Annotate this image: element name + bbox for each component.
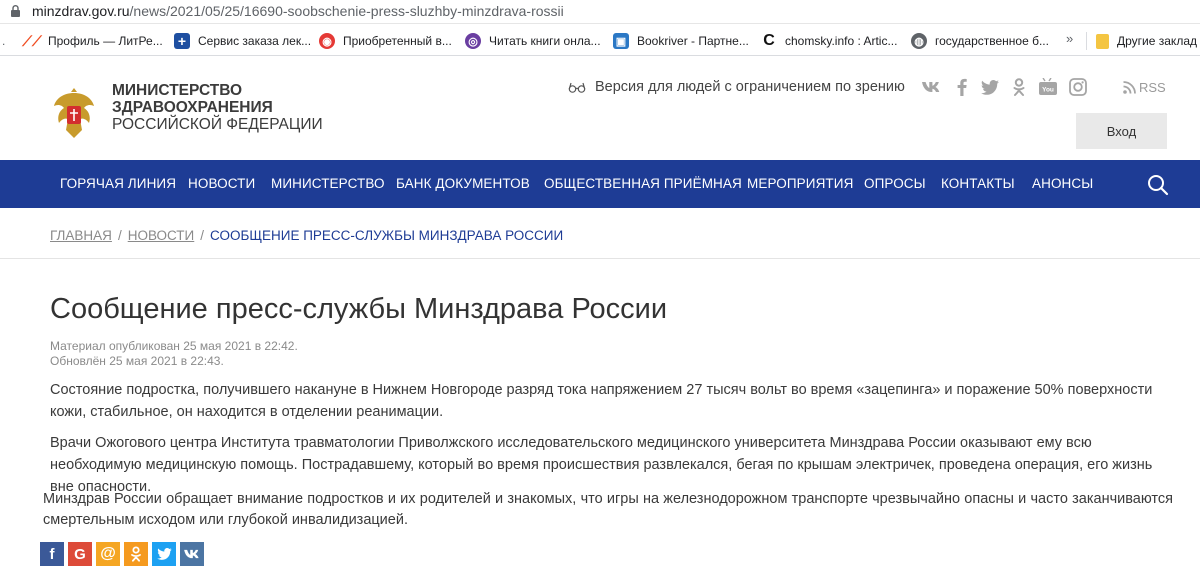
bookriver-icon: ▣ [613, 33, 629, 49]
breadcrumb-news[interactable]: Новости [128, 228, 195, 243]
bookmarks-separator [1086, 32, 1087, 50]
lock-icon [11, 5, 20, 17]
logo-line-2: здравоохранения [112, 99, 273, 116]
page-title: Сообщение пресс-службы Минздрава России [50, 293, 668, 325]
bookmark-item-chomsky[interactable]: C chomsky.info : Artic... [761, 32, 897, 50]
nav-item-hotline[interactable]: Горячая линия [60, 176, 176, 191]
bookmarks-overflow-button[interactable]: » [1066, 31, 1073, 46]
share-buttons: f G @ [40, 542, 204, 566]
nav-item-documents[interactable]: Банк документов [396, 176, 530, 191]
bookmark-item-bookriver[interactable]: ▣ Bookriver - Партне... [613, 32, 749, 50]
nav-item-surveys[interactable]: Опросы [864, 176, 926, 191]
bookmark-item-purchased[interactable]: ◉ Приобретенный в... [319, 32, 452, 50]
bookmark-item-gov[interactable]: ◍ государственное б... [911, 32, 1049, 50]
breadcrumb-current: Сообщение пресс-службы Минздрава России [210, 228, 564, 243]
url-text[interactable]: minzdrav.gov.ru/news/2021/05/25/16690-so… [32, 3, 564, 19]
odnoklassniki-share-icon[interactable] [124, 542, 148, 566]
odnoklassniki-icon[interactable] [1009, 77, 1029, 97]
logo-line-1: Министерство [112, 82, 243, 99]
twitter-share-icon[interactable] [152, 542, 176, 566]
vk-icon[interactable] [922, 77, 942, 97]
bookmarks-bar: . ⟋⟋ Профиль — ЛитРе... + Сервис заказа … [0, 25, 1200, 56]
medical-cross-icon: + [174, 33, 190, 49]
folder-icon [1096, 33, 1109, 49]
updated-date: Обновлён 25 мая 2021 в 22:43. [50, 354, 224, 368]
breadcrumb-separator: / [117, 228, 122, 243]
facebook-share-icon[interactable]: f [40, 542, 64, 566]
bookmark-label: Профиль — ЛитРе... [48, 34, 163, 48]
instagram-icon[interactable] [1068, 77, 1088, 97]
glasses-icon [568, 82, 586, 93]
browser-address-bar[interactable]: minzdrav.gov.ru/news/2021/05/25/16690-so… [0, 0, 1200, 24]
mailru-share-icon[interactable]: @ [96, 542, 120, 566]
bookmark-item-readbooks[interactable]: ◎ Читать книги онла... [465, 32, 601, 50]
nav-item-news[interactable]: Новости [188, 176, 255, 191]
nav-item-public-reception[interactable]: Общественная приёмная [544, 176, 742, 191]
read-books-icon: ◎ [465, 33, 481, 49]
bookmark-apps[interactable]: . [2, 32, 5, 50]
facebook-icon[interactable] [952, 77, 972, 97]
nav-item-contacts[interactable]: Контакты [941, 176, 1015, 191]
nav-item-announcements[interactable]: Анонсы [1032, 176, 1093, 191]
litres-icon: ⟋⟋ [22, 32, 42, 49]
login-button[interactable]: Вход [1076, 113, 1167, 149]
google-share-icon[interactable]: G [68, 542, 92, 566]
chomsky-icon: C [763, 32, 775, 49]
bookmark-label: Читать книги онла... [489, 34, 601, 48]
apps-icon: . [2, 34, 6, 48]
rss-link[interactable]: RSS [1123, 80, 1166, 95]
book-store-icon: ◉ [319, 33, 335, 49]
bookmark-item-medical[interactable]: + Сервис заказа лек... [174, 32, 311, 50]
accessibility-label: Версия для людей с ограничением по зрени… [595, 79, 905, 95]
vk-share-icon[interactable] [180, 542, 204, 566]
globe-icon: ◍ [911, 33, 927, 49]
youtube-icon[interactable]: You [1038, 77, 1058, 97]
article-meta: Материал опубликован 25 мая 2021 в 22:42… [50, 339, 298, 369]
bookmark-folder-other[interactable]: Другие заклад [1096, 32, 1197, 50]
nav-item-ministry[interactable]: Министерство [271, 176, 385, 191]
breadcrumb: Главная / Новости / Сообщение пресс-службы М… [50, 228, 563, 243]
bookmark-label: Bookriver - Партне... [637, 34, 749, 48]
twitter-icon[interactable] [980, 77, 1000, 97]
coat-of-arms-icon[interactable] [50, 84, 98, 142]
accessibility-version-link[interactable]: Версия для людей с ограничением по зрени… [568, 79, 905, 95]
breadcrumb-divider [0, 258, 1200, 259]
logo-line-3: Российской Федерации [112, 116, 323, 133]
bookmark-label: государственное б... [935, 34, 1049, 48]
rss-label: RSS [1139, 80, 1166, 95]
article-paragraph-1: Состояние подростка, получившего наканун… [50, 382, 1153, 420]
breadcrumb-separator: / [200, 228, 205, 243]
article-paragraph-3: Минздрав России обращает внимание подрос… [43, 491, 1173, 528]
rss-icon [1123, 81, 1136, 94]
svg-text:You: You [1042, 87, 1054, 94]
bookmark-item-litres[interactable]: ⟋⟋ Профиль — ЛитРе... [22, 32, 163, 50]
ministry-logo-text[interactable]: Министерство здравоохранения Российской … [112, 82, 323, 133]
bookmark-label: chomsky.info : Artic... [785, 34, 898, 48]
bookmark-label: Приобретенный в... [343, 34, 452, 48]
main-navigation: Горячая линия Новости Министерство Банк … [0, 160, 1200, 208]
nav-item-events[interactable]: Мероприятия [747, 176, 853, 191]
published-date: Материал опубликован 25 мая 2021 в 22:42… [50, 339, 298, 353]
search-icon[interactable] [1146, 173, 1170, 197]
bookmark-label: Другие заклад [1117, 34, 1197, 48]
bookmark-label: Сервис заказа лек... [198, 34, 312, 48]
breadcrumb-home[interactable]: Главная [50, 228, 112, 243]
